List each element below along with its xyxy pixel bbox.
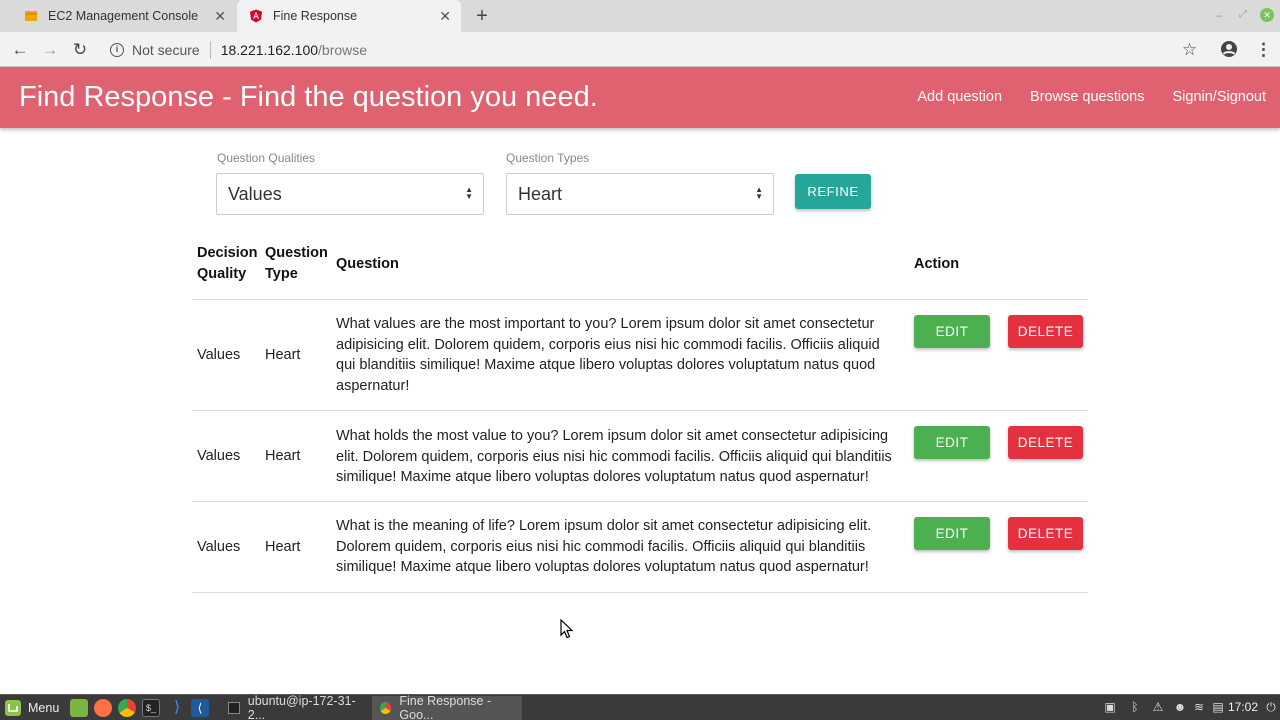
edit-button[interactable]: EDIT xyxy=(914,517,990,550)
bookmark-star-icon[interactable]: ☆ xyxy=(1182,39,1197,61)
forward-arrow-icon[interactable]: → xyxy=(39,39,61,61)
wifi-icon[interactable]: ≋ xyxy=(1192,700,1206,714)
angular-icon xyxy=(250,9,262,23)
user-icon[interactable]: ☻ xyxy=(1173,700,1187,714)
select-value: Values xyxy=(228,184,282,204)
delete-button[interactable]: DELETE xyxy=(1008,315,1083,348)
brand-title[interactable]: Find Response - Find the question you ne… xyxy=(19,81,598,114)
minimize-icon[interactable]: – xyxy=(1212,8,1226,22)
cell-type: Heart xyxy=(265,347,301,363)
more-menu-icon[interactable]: ⋮ xyxy=(1255,39,1272,61)
menu-label: Menu xyxy=(28,701,60,715)
delete-button[interactable]: DELETE xyxy=(1008,426,1083,459)
back-arrow-icon[interactable]: ← xyxy=(9,39,31,61)
close-icon[interactable]: ✕ xyxy=(214,8,226,24)
header-text: Type xyxy=(265,265,298,282)
cell-question: What values are the most important to yo… xyxy=(336,316,880,394)
header-text: Question xyxy=(265,245,328,261)
cell-type: Heart xyxy=(265,539,301,555)
question-types-select[interactable]: Heart ▲ ▼ xyxy=(506,173,774,215)
reload-icon[interactable]: ↻ xyxy=(69,39,91,61)
cell-question: What holds the most value to you? Lorem … xyxy=(336,428,892,485)
files-icon[interactable] xyxy=(70,699,88,717)
header-text: Decision xyxy=(197,245,258,261)
clipboard-icon[interactable]: ▤ xyxy=(1211,700,1225,714)
url-host: 18.221.162.100 xyxy=(220,41,319,58)
cell-quality: Values xyxy=(197,448,241,464)
nav-signin-signout[interactable]: Signin/Signout xyxy=(1172,89,1266,105)
header-question: Question xyxy=(336,256,399,272)
security-label: Not secure xyxy=(132,41,200,58)
omnibox-divider xyxy=(209,40,211,59)
vscode-icon[interactable]: ⟩ xyxy=(168,699,186,717)
close-window-icon[interactable]: ✕ xyxy=(1260,8,1274,22)
os-taskbar: Menu $_ ⟩ ⟨ ubuntu@ip-172-31-2... Fine R… xyxy=(0,694,1280,720)
url-path: /browse xyxy=(318,41,368,58)
clock[interactable]: 17:02 xyxy=(1228,700,1258,714)
tab-title: Fine Response xyxy=(273,9,358,23)
header-action: Action xyxy=(914,256,960,272)
terminal-icon xyxy=(228,702,240,714)
camera-icon[interactable]: ▣ xyxy=(1103,700,1117,714)
edit-button[interactable]: EDIT xyxy=(914,315,990,348)
address-bar[interactable]: i Not secure 18.221.162.100/browse xyxy=(110,37,367,62)
chrome-icon[interactable] xyxy=(118,699,136,717)
cell-type: Heart xyxy=(265,448,301,464)
select-caret-icon: ▲ ▼ xyxy=(755,185,763,201)
mouse-cursor-icon xyxy=(560,619,574,639)
edit-button[interactable]: EDIT xyxy=(914,426,990,459)
question-qualities-label: Question Qualities xyxy=(217,151,316,165)
update-icon[interactable]: ⚠ xyxy=(1151,700,1165,714)
mint-logo-icon xyxy=(5,700,21,716)
cell-quality: Values xyxy=(197,347,241,363)
nav-browse-questions[interactable]: Browse questions xyxy=(1030,89,1144,105)
browser-tab-strip: EC2 Management Console ✕ Fine Response ✕… xyxy=(0,0,1280,32)
nav-add-question[interactable]: Add question xyxy=(917,89,1002,105)
row-divider xyxy=(192,299,1088,300)
bluetooth-icon[interactable]: ᛒ xyxy=(1128,700,1142,714)
taskbar-terminal-window[interactable]: ubuntu@ip-172-31-2... xyxy=(220,694,370,720)
cell-quality: Values xyxy=(197,539,241,555)
cell-question: What is the meaning of life? Lorem ipsum… xyxy=(336,518,872,575)
question-types-label: Question Types xyxy=(506,151,590,165)
row-divider xyxy=(192,501,1088,502)
chrome-icon xyxy=(380,702,392,714)
header-question-type: Question Type xyxy=(265,243,328,284)
terminal-icon[interactable]: $_ xyxy=(142,699,160,717)
question-qualities-select[interactable]: Values ▲ ▼ xyxy=(216,173,484,215)
task-label: ubuntu@ip-172-31-2... xyxy=(247,694,356,720)
start-menu-button[interactable]: Menu xyxy=(4,698,59,718)
select-caret-icon: ▲ ▼ xyxy=(465,185,473,201)
refine-button[interactable]: REFINE xyxy=(795,174,871,209)
info-icon[interactable]: i xyxy=(110,42,124,57)
window-controls: – ⤢ ✕ xyxy=(1212,8,1274,22)
firefox-icon[interactable] xyxy=(94,699,112,717)
header-decision-quality: Decision Quality xyxy=(197,243,257,284)
nav-links: Add question Browse questions Signin/Sig… xyxy=(917,89,1266,105)
delete-button[interactable]: DELETE xyxy=(1008,517,1083,550)
new-tab-button[interactable]: + xyxy=(472,4,492,28)
tab-fine-response[interactable]: Fine Response ✕ xyxy=(237,0,461,32)
task-label: Fine Response - Goo... xyxy=(399,694,492,720)
select-value: Heart xyxy=(518,184,563,204)
row-divider xyxy=(192,592,1088,593)
power-icon[interactable]: ⏻ xyxy=(1264,700,1278,714)
close-icon[interactable]: ✕ xyxy=(439,8,451,24)
app-navbar: Find Response - Find the question you ne… xyxy=(0,67,1280,128)
taskbar-chrome-window[interactable]: Fine Response - Goo... xyxy=(372,694,522,720)
row-divider xyxy=(192,410,1088,411)
tab-ec2-console[interactable]: EC2 Management Console ✕ xyxy=(8,0,236,32)
maximize-icon[interactable]: ⤢ xyxy=(1236,8,1250,22)
header-text: Quality xyxy=(197,265,247,282)
tab-title: EC2 Management Console xyxy=(48,9,199,23)
editor-icon[interactable]: ⟨ xyxy=(191,699,209,717)
browser-toolbar: ← → ↻ i Not secure 18.221.162.100/browse… xyxy=(0,32,1280,67)
aws-cube-icon xyxy=(25,11,37,21)
account-icon[interactable] xyxy=(1220,40,1238,58)
